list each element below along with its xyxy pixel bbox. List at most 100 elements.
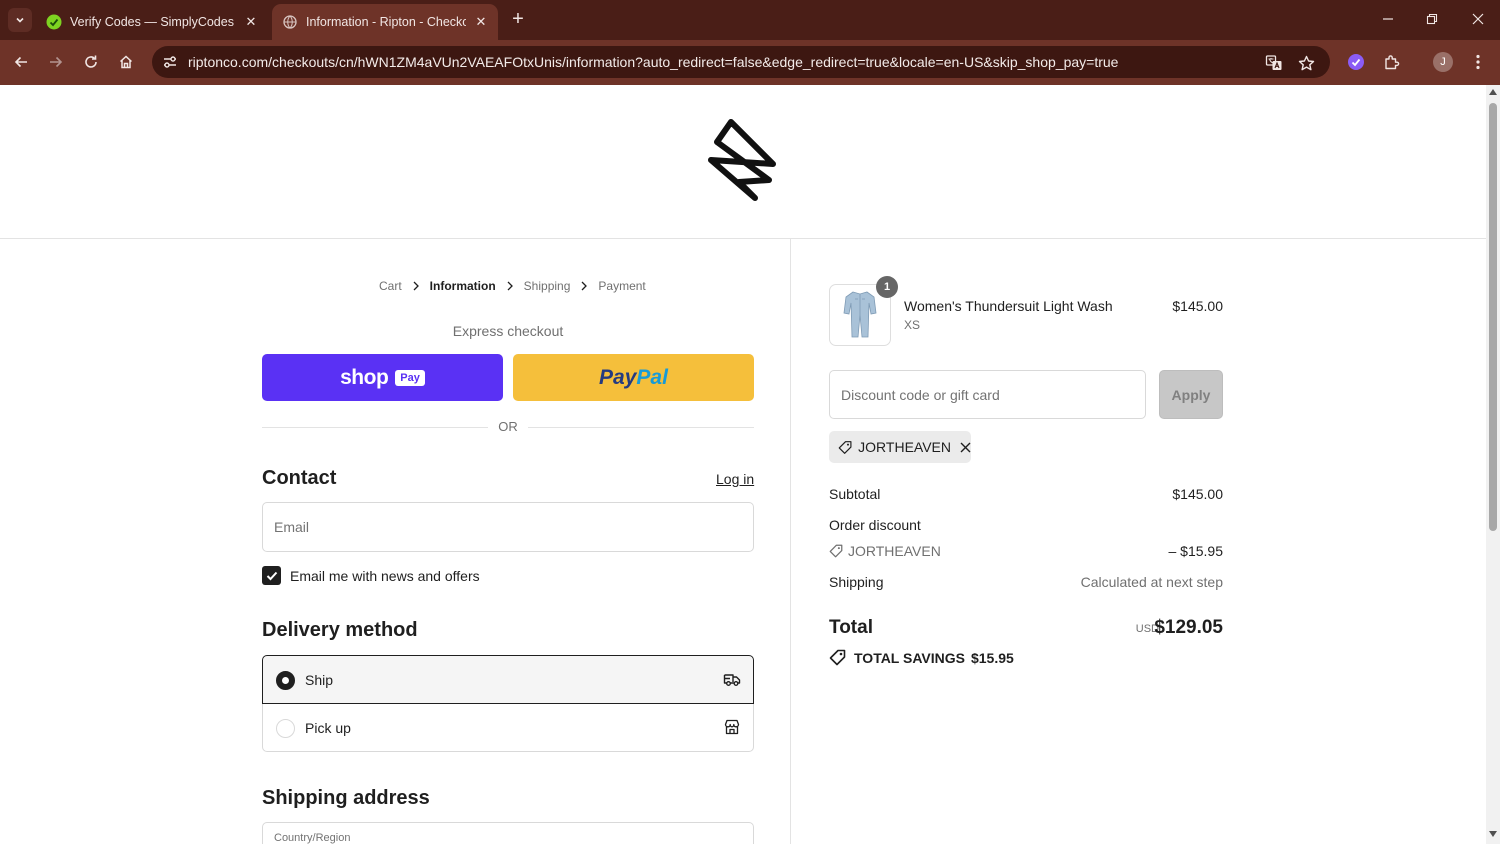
new-tab-button[interactable]: + xyxy=(508,9,528,30)
simplycodes-extension-icon xyxy=(1348,54,1364,70)
shop-pay-wordmark: shop xyxy=(340,365,389,389)
checkout-main-column: Cart Information Shipping Payment Expres… xyxy=(0,239,791,844)
site-info-button[interactable] xyxy=(160,52,180,72)
shipping-address-heading: Shipping address xyxy=(262,787,430,809)
reload-button[interactable] xyxy=(79,50,103,74)
checkmark-icon xyxy=(266,571,277,580)
delivery-method-heading: Delivery method xyxy=(262,619,418,641)
truck-icon xyxy=(723,674,741,686)
order-summary xyxy=(791,239,1486,844)
minimize-button[interactable] xyxy=(1366,0,1410,38)
discount-value: – $15.95 xyxy=(1168,543,1224,559)
breadcrumb-information: Information xyxy=(429,279,496,293)
browser-toolbar: riptonco.com/checkouts/cn/hWN1ZM4aVUn2VA… xyxy=(0,40,1500,85)
address-bar[interactable]: riptonco.com/checkouts/cn/hWN1ZM4aVUn2VA… xyxy=(152,46,1330,78)
breadcrumb-cart[interactable]: Cart xyxy=(379,279,402,293)
translate-button[interactable] xyxy=(1263,52,1285,74)
page-scrollbar[interactable] xyxy=(1486,85,1500,844)
log-in-link[interactable]: Log in xyxy=(716,471,754,487)
tab-simplycodes[interactable]: Verify Codes — SimplyCodes ✕ xyxy=(36,4,268,40)
bookmark-button[interactable] xyxy=(1295,52,1317,74)
tab-title: Verify Codes — SimplyCodes xyxy=(70,15,234,29)
breadcrumb-shipping: Shipping xyxy=(523,279,571,293)
contact-heading: Contact xyxy=(262,467,337,489)
newsletter-checkbox[interactable] xyxy=(262,566,281,585)
paypal-button[interactable]: Pay Pal xyxy=(513,354,754,401)
tune-icon xyxy=(164,56,176,68)
or-label: OR xyxy=(488,419,528,434)
restore-button[interactable] xyxy=(1410,0,1454,38)
apply-discount-button[interactable]: Apply xyxy=(1159,370,1223,419)
breadcrumb-payment: Payment xyxy=(598,279,646,293)
translate-icon xyxy=(1265,55,1282,70)
reload-icon xyxy=(85,55,97,68)
tab-search-button[interactable] xyxy=(8,8,32,32)
discount-code-placeholder: Discount code or gift card xyxy=(841,387,1000,403)
ripton-logo-icon[interactable] xyxy=(705,118,777,204)
more-vertical-icon xyxy=(1476,54,1480,70)
delivery-option-pickup[interactable]: Pick up xyxy=(262,704,754,752)
delivery-option-label: Pick up xyxy=(305,720,351,736)
product-variant: XS xyxy=(904,318,921,332)
tab-title: Information - Ripton - Checkout xyxy=(306,15,466,29)
store-icon xyxy=(724,719,740,735)
shipping-value: Calculated at next step xyxy=(1080,574,1223,590)
tag-icon xyxy=(829,649,846,666)
chevron-right-icon xyxy=(412,281,420,291)
discount-code-row: JORTHEAVEN – $15.95 xyxy=(829,543,1223,559)
total-value: $129.05 xyxy=(1154,617,1223,638)
home-button[interactable] xyxy=(114,50,138,74)
product-price: $145.00 xyxy=(1172,298,1223,314)
tag-icon xyxy=(829,544,843,558)
paypal-wordmark-part1: Pay xyxy=(599,365,637,389)
email-field[interactable]: Email xyxy=(262,502,754,552)
discount-code-input[interactable]: Discount code or gift card xyxy=(829,370,1146,419)
total-savings-label: TOTAL SAVINGS xyxy=(854,649,965,666)
forward-button[interactable] xyxy=(44,50,68,74)
subtotal-row: Subtotal $145.00 xyxy=(829,486,1223,502)
tag-icon xyxy=(838,440,852,454)
arrow-right-icon xyxy=(50,56,63,68)
browser-tab-strip: Verify Codes — SimplyCodes ✕ Information… xyxy=(0,0,1500,40)
order-discount-label: Order discount xyxy=(829,517,921,533)
profile-avatar[interactable]: J xyxy=(1433,52,1453,72)
email-placeholder: Email xyxy=(274,519,310,535)
paypal-wordmark-part2: Pal xyxy=(636,365,668,389)
scrollbar-thumb[interactable] xyxy=(1489,103,1497,531)
total-savings: TOTAL SAVINGS $15.95 xyxy=(829,649,1014,666)
express-checkout-title: Express checkout xyxy=(452,323,564,339)
close-tab-icon[interactable]: ✕ xyxy=(472,13,490,31)
close-tab-icon[interactable]: ✕ xyxy=(242,13,260,31)
delivery-option-ship[interactable]: Ship xyxy=(262,655,754,704)
newsletter-label: Email me with news and offers xyxy=(290,568,480,584)
scroll-down-arrow-icon[interactable] xyxy=(1489,831,1497,837)
applied-discount-code: JORTHEAVEN xyxy=(858,439,951,455)
radio-button-pickup[interactable] xyxy=(276,719,295,738)
puzzle-icon xyxy=(1385,55,1400,70)
extensions-button[interactable] xyxy=(1381,51,1403,73)
total-label: Total xyxy=(829,617,873,638)
restore-icon xyxy=(1426,13,1438,25)
remove-discount-icon[interactable] xyxy=(960,442,971,453)
shop-pay-button[interactable]: shop Pay xyxy=(262,354,503,401)
jumpsuit-product-image xyxy=(843,291,877,338)
order-discount-row: Order discount xyxy=(829,517,1223,533)
scroll-up-arrow-icon[interactable] xyxy=(1489,89,1497,95)
shipping-row: Shipping Calculated at next step xyxy=(829,574,1223,590)
delivery-option-label: Ship xyxy=(305,672,334,688)
breadcrumb: Cart Information Shipping Payment xyxy=(379,279,646,293)
home-icon xyxy=(119,55,133,69)
simplycodes-extension-button[interactable] xyxy=(1345,51,1367,73)
back-button[interactable] xyxy=(9,50,33,74)
country-region-select[interactable]: Country/Region xyxy=(262,822,754,844)
subtotal-value: $145.00 xyxy=(1172,486,1223,502)
minimize-icon xyxy=(1383,18,1393,20)
radio-button-ship[interactable] xyxy=(276,671,295,690)
shop-pay-badge: Pay xyxy=(395,369,425,386)
close-window-button[interactable] xyxy=(1456,0,1500,38)
total-savings-value: $15.95 xyxy=(970,649,1014,666)
browser-menu-button[interactable] xyxy=(1467,51,1489,73)
chevron-right-icon xyxy=(580,281,588,291)
tab-ripton-checkout[interactable]: Information - Ripton - Checkout ✕ xyxy=(272,4,498,40)
applied-discount-tag: JORTHEAVEN xyxy=(829,431,971,463)
